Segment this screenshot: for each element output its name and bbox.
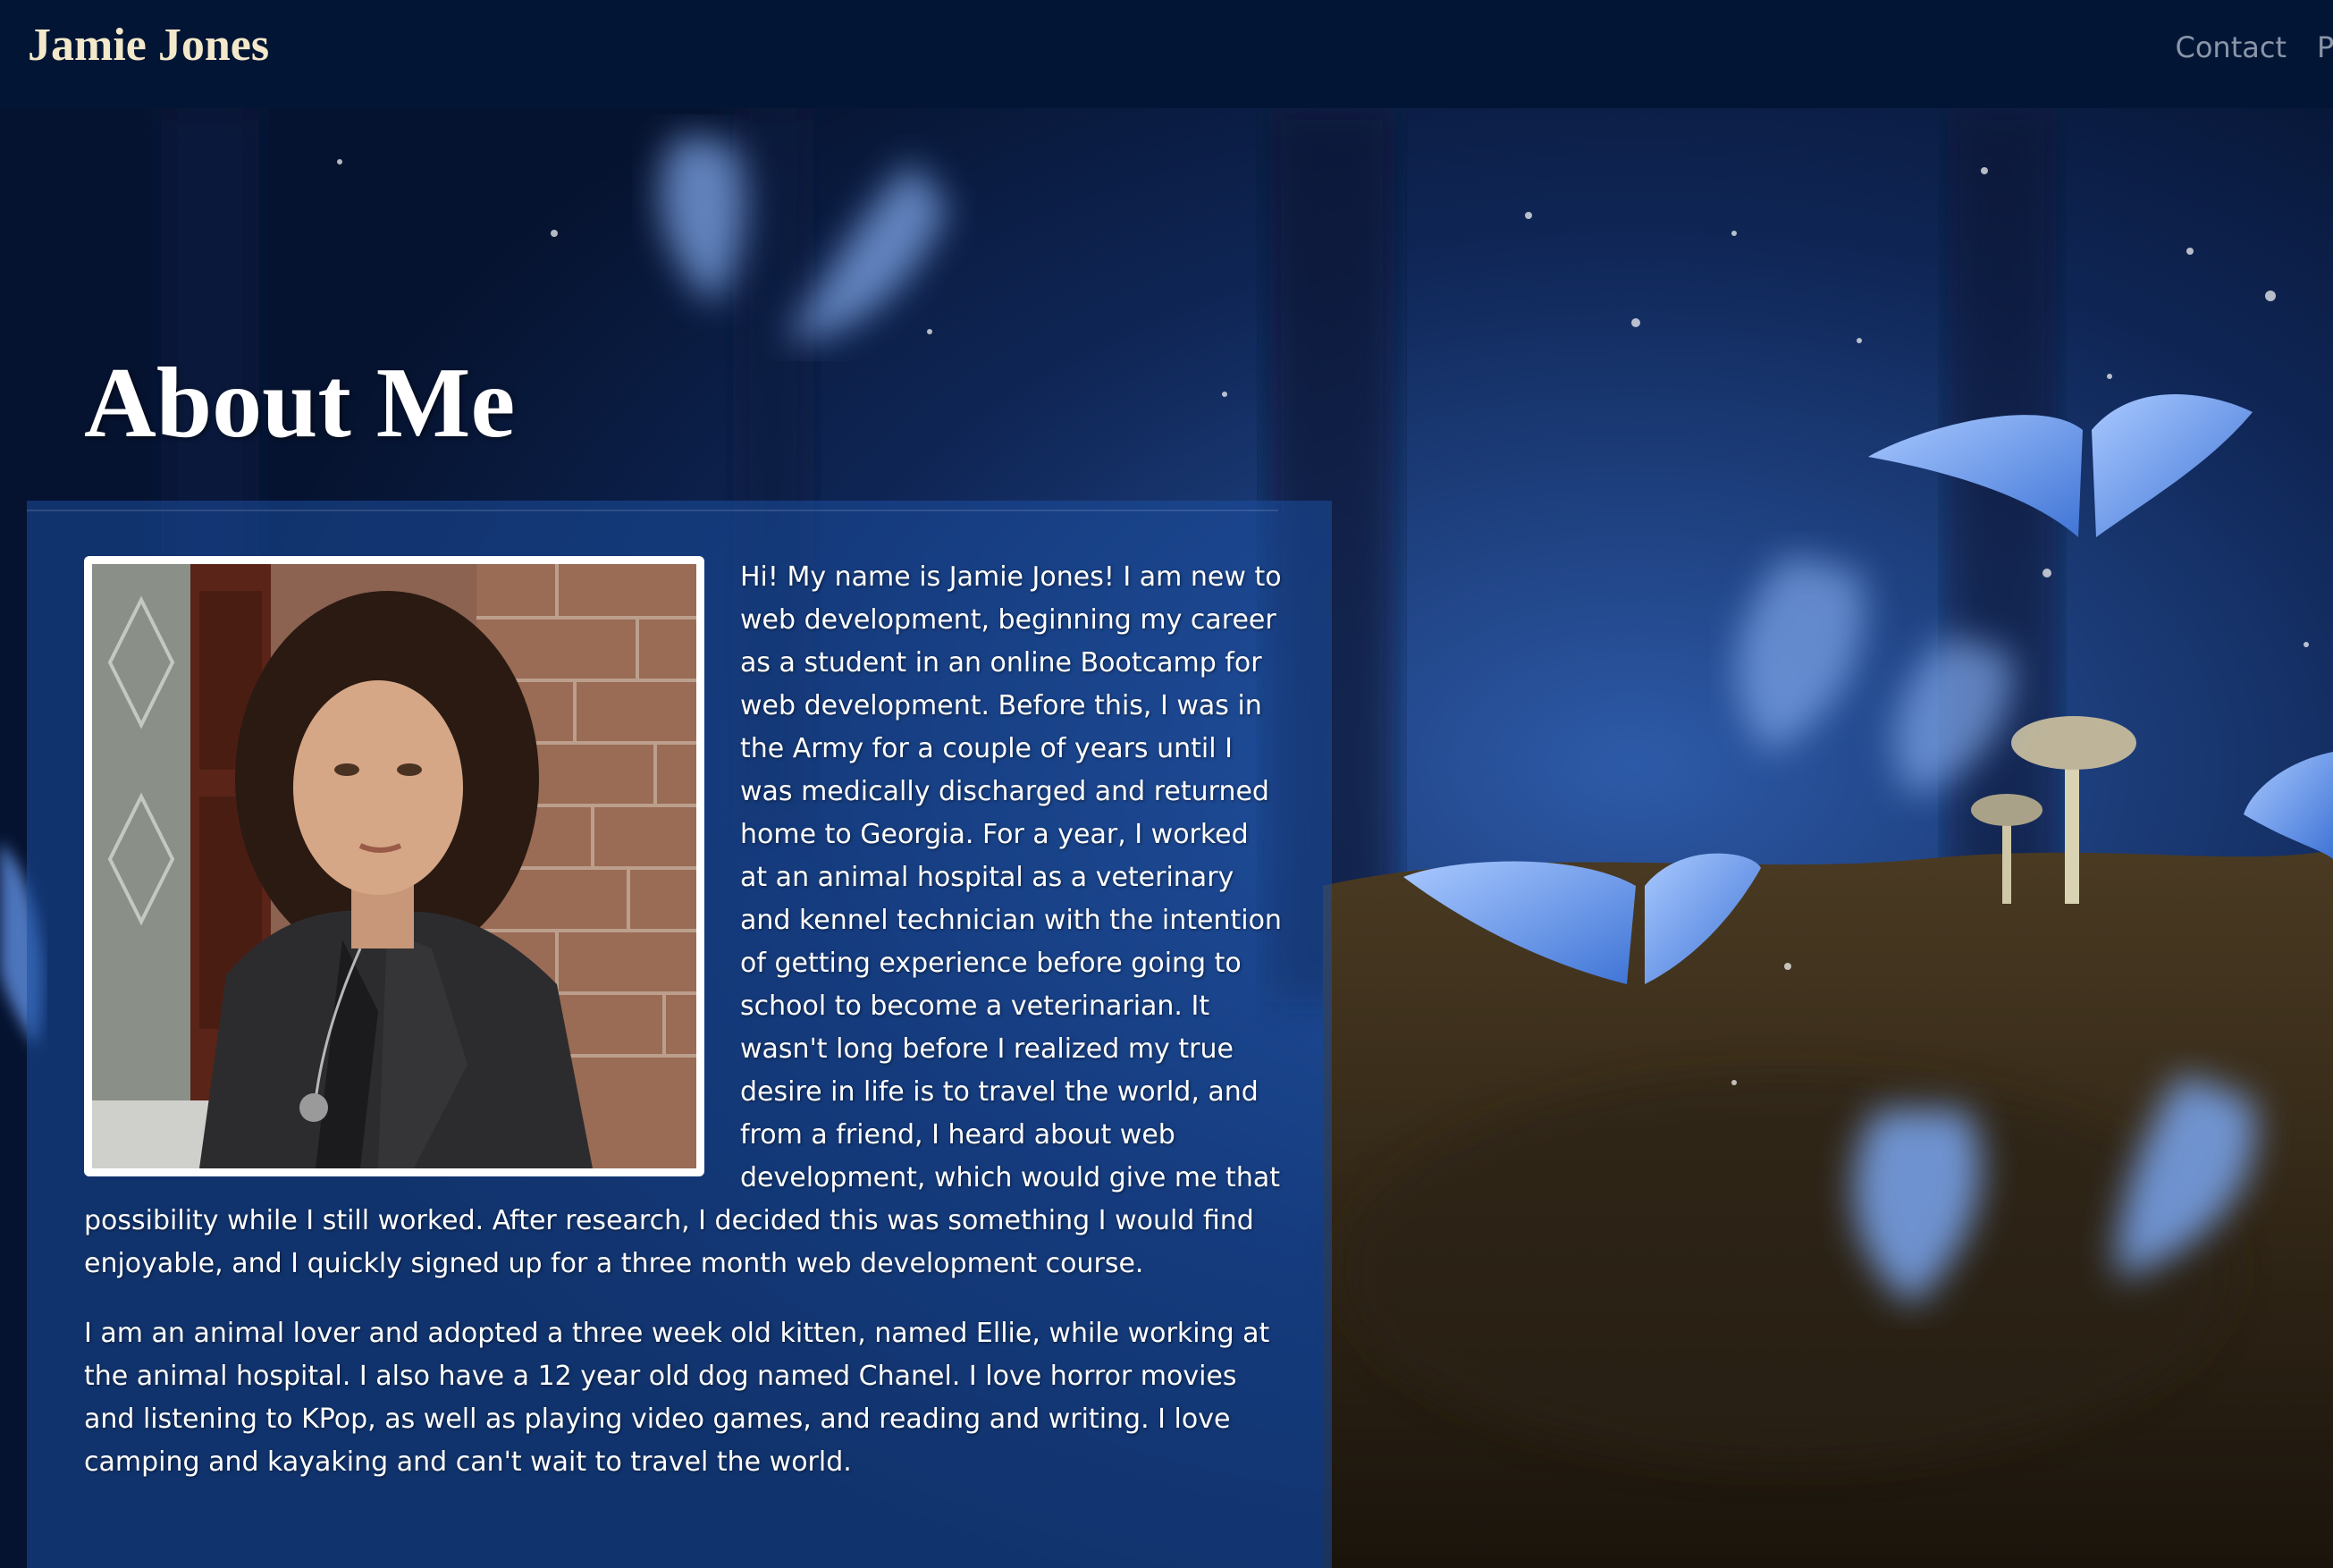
title-divider (27, 510, 1278, 511)
nav-link-portfolio[interactable]: P (2317, 30, 2333, 64)
profile-photo (92, 564, 696, 1168)
navbar: Jamie Jones Contact P (0, 0, 2333, 108)
bio-paragraph-2: I am an animal lover and adopted a three… (84, 1318, 1270, 1478)
brand-title[interactable]: Jamie Jones (28, 20, 269, 71)
page: Jamie Jones Contact P About Me Hi! My na… (0, 0, 2333, 1568)
nav-link-contact[interactable]: Contact (2176, 30, 2287, 64)
nav-links: Contact P (2176, 30, 2333, 64)
portrait-illustration (92, 564, 696, 1168)
profile-photo-frame (84, 556, 704, 1176)
page-title: About Me (84, 348, 516, 459)
